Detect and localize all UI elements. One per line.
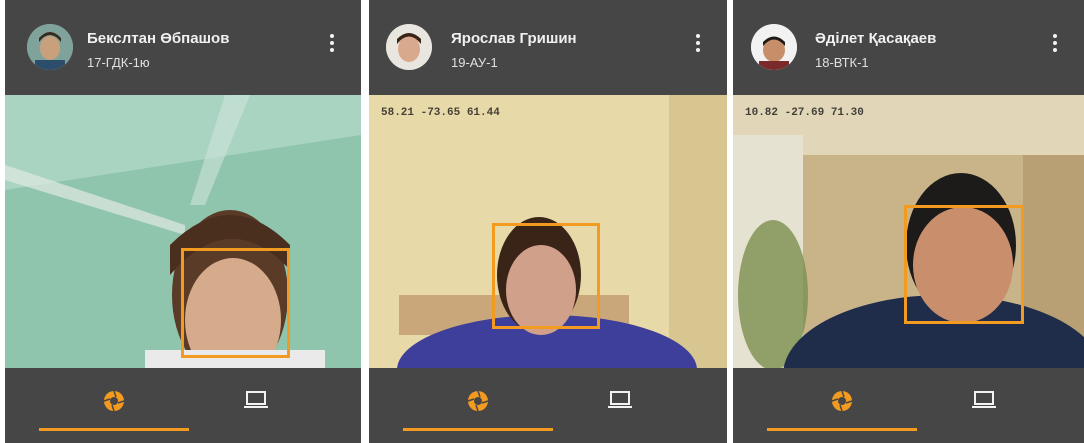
participant-header: Бекслтан Өбпашов 17-ГДК-1ю — [5, 0, 361, 95]
webcam-feed: 10.82 -27.69 71.30 — [733, 95, 1084, 368]
participant-name: Ярослав Гришин — [451, 30, 577, 47]
camera-aperture-icon — [103, 390, 125, 412]
laptop-icon — [972, 391, 996, 408]
head-pose-readout: 58.21 -73.65 61.44 — [381, 107, 500, 119]
participant-card: Әділет Қасақаев 18-ВТК-1 10.82 -27.69 71… — [733, 0, 1084, 443]
more-vert-icon — [1053, 34, 1057, 38]
avatar — [751, 24, 797, 70]
tab-camera[interactable] — [39, 368, 189, 443]
participant-group: 17-ГДК-1ю — [87, 55, 150, 70]
participant-header: Ярослав Гришин 19-АУ-1 — [369, 0, 727, 95]
face-detection-box — [181, 248, 290, 358]
participant-name: Бекслтан Өбпашов — [87, 30, 230, 47]
participant-card: Ярослав Гришин 19-АУ-1 58.21 -73.65 61.4… — [369, 0, 727, 443]
more-options-button[interactable] — [693, 34, 703, 58]
more-options-button[interactable] — [327, 34, 337, 58]
card-toolbar — [369, 368, 727, 443]
webcam-feed — [5, 95, 361, 368]
tab-screen[interactable] — [909, 368, 1059, 443]
face-detection-box — [492, 223, 600, 329]
camera-aperture-icon — [831, 390, 853, 412]
active-tab-indicator — [767, 428, 917, 431]
card-toolbar — [5, 368, 361, 443]
more-options-button[interactable] — [1050, 34, 1060, 58]
more-vert-icon — [330, 34, 334, 38]
card-toolbar — [733, 368, 1084, 443]
active-tab-indicator — [403, 428, 553, 431]
tab-screen[interactable] — [545, 368, 695, 443]
participant-name: Әділет Қасақаев — [815, 30, 937, 47]
webcam-feed: 58.21 -73.65 61.44 — [369, 95, 727, 368]
tab-camera[interactable] — [767, 368, 917, 443]
participant-group: 19-АУ-1 — [451, 55, 498, 70]
laptop-icon — [608, 391, 632, 408]
participant-card: Бекслтан Өбпашов 17-ГДК-1ю — [5, 0, 361, 443]
camera-aperture-icon — [467, 390, 489, 412]
head-pose-readout: 10.82 -27.69 71.30 — [745, 107, 864, 119]
tab-screen[interactable] — [181, 368, 331, 443]
more-vert-icon — [696, 34, 700, 38]
laptop-icon — [244, 391, 268, 408]
tab-camera[interactable] — [403, 368, 553, 443]
participant-group: 18-ВТК-1 — [815, 55, 869, 70]
face-detection-box — [904, 205, 1024, 324]
participant-header: Әділет Қасақаев 18-ВТК-1 — [733, 0, 1084, 95]
avatar — [386, 24, 432, 70]
avatar — [27, 24, 73, 70]
active-tab-indicator — [39, 428, 189, 431]
